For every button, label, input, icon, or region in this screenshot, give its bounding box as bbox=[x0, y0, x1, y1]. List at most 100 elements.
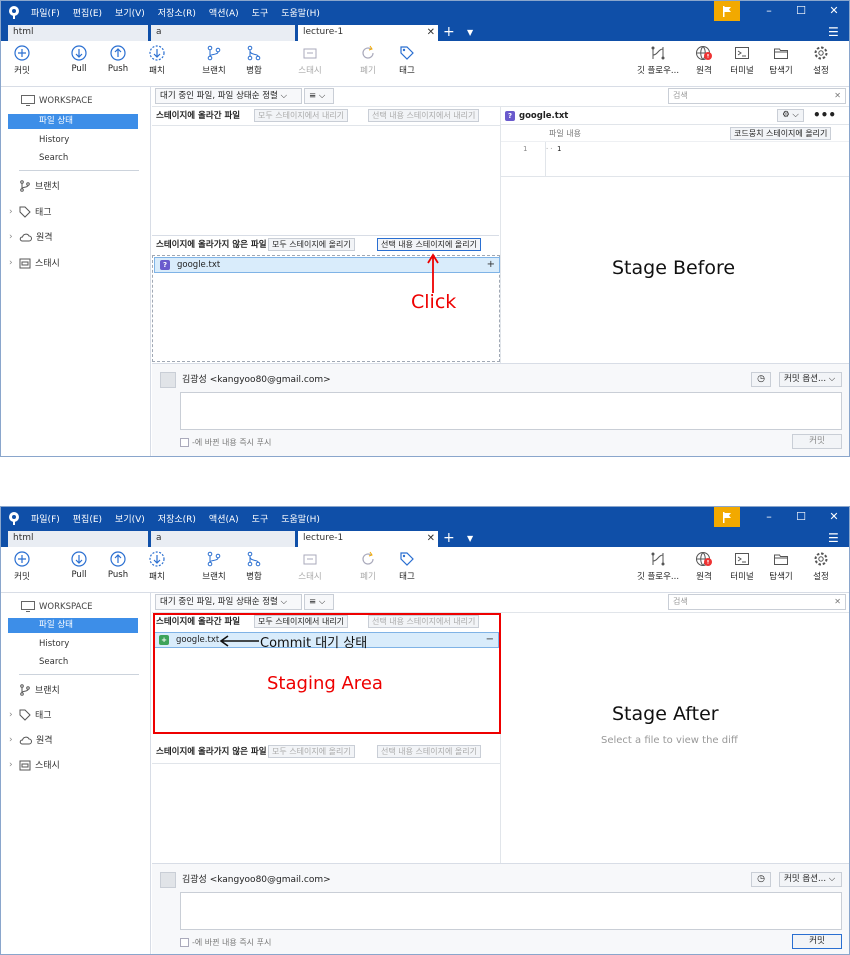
view-mode-dropdown[interactable]: ≡ ⌵ bbox=[304, 594, 334, 610]
minimize-button[interactable]: – bbox=[761, 509, 777, 525]
sidebar-item-file-status[interactable]: 파일 상태 bbox=[8, 618, 138, 633]
push-immediately-checkbox[interactable]: -에 바뀐 내용 즉시 푸시 bbox=[180, 437, 271, 448]
stage-hunk-button[interactable]: 코드뭉치 스테이지에 올리기 bbox=[730, 127, 832, 140]
more-options-icon[interactable]: ••• bbox=[813, 107, 836, 123]
tab-lecture-1[interactable]: lecture-1 ✕ bbox=[298, 25, 439, 41]
add-tab-icon[interactable]: + bbox=[443, 530, 455, 546]
menu-repository[interactable]: 저장소(R) bbox=[158, 512, 196, 525]
push-button[interactable]: Push bbox=[97, 551, 139, 580]
file-row-google-txt[interactable]: ? google.txt + bbox=[154, 257, 500, 273]
add-tab-icon[interactable]: + bbox=[443, 24, 455, 40]
stage-selected-button[interactable]: 선택 내용 스테이지에 올리기 bbox=[377, 238, 481, 251]
menu-file[interactable]: 파일(F) bbox=[31, 512, 60, 525]
commit-history-clock-icon[interactable]: ◷ bbox=[751, 372, 771, 387]
commit-button[interactable]: 커밋 bbox=[1, 45, 43, 76]
sidebar-item-branches[interactable]: 브랜치 bbox=[9, 683, 60, 696]
settings-button[interactable]: 설정 bbox=[800, 45, 842, 76]
maximize-button[interactable]: ☐ bbox=[793, 3, 809, 19]
menu-view[interactable]: 보기(V) bbox=[115, 512, 145, 525]
tab-list-chevron-icon[interactable]: ▼ bbox=[467, 25, 473, 41]
menu-edit[interactable]: 편집(E) bbox=[73, 6, 102, 19]
settings-button[interactable]: 설정 bbox=[800, 551, 842, 582]
fetch-button[interactable]: 패치 bbox=[136, 45, 178, 76]
merge-button[interactable]: 병합 bbox=[233, 551, 275, 582]
git-flow-button[interactable]: 깃 플로우... bbox=[633, 45, 683, 76]
push-immediately-checkbox[interactable]: -에 바뀐 내용 즉시 푸시 bbox=[180, 937, 271, 948]
stage-all-button[interactable]: 모두 스테이지에 올리기 bbox=[268, 745, 355, 758]
remote-button[interactable]: 원격 bbox=[683, 551, 725, 582]
sidebar-item-stashes[interactable]: › 스태시 bbox=[9, 256, 60, 270]
discard-button[interactable]: 폐기 bbox=[347, 551, 389, 582]
discard-button[interactable]: 폐기 bbox=[347, 45, 389, 76]
stash-button[interactable]: 스태시 bbox=[289, 551, 331, 582]
branch-button[interactable]: 브랜치 bbox=[193, 551, 235, 582]
explorer-button[interactable]: 탐색기 bbox=[760, 551, 802, 582]
fetch-button[interactable]: 패치 bbox=[136, 551, 178, 582]
menu-repository[interactable]: 저장소(R) bbox=[158, 6, 196, 19]
tab-html[interactable]: html bbox=[8, 531, 149, 547]
close-button[interactable]: ✕ bbox=[826, 3, 842, 19]
sidebar-item-search[interactable]: Search bbox=[8, 151, 138, 166]
sidebar-item-stashes[interactable]: › 스태시 bbox=[9, 758, 60, 772]
terminal-button[interactable]: 터미널 bbox=[721, 551, 763, 582]
view-mode-dropdown[interactable]: ≡ ⌵ bbox=[304, 88, 334, 104]
sidebar-item-tags[interactable]: › 태그 bbox=[9, 708, 52, 721]
sidebar-item-remotes[interactable]: › 원격 bbox=[9, 230, 53, 244]
stage-all-button[interactable]: 모두 스테이지에 올리기 bbox=[268, 238, 355, 251]
menu-view[interactable]: 보기(V) bbox=[115, 6, 145, 19]
close-button[interactable]: ✕ bbox=[826, 509, 842, 525]
explorer-button[interactable]: 탐색기 bbox=[760, 45, 802, 76]
flag-button[interactable] bbox=[714, 507, 740, 527]
tab-html[interactable]: html bbox=[8, 25, 149, 41]
menu-edit[interactable]: 편집(E) bbox=[73, 512, 102, 525]
search-input[interactable]: 검색 ✕ bbox=[668, 88, 846, 104]
menu-help[interactable]: 도움말(H) bbox=[281, 6, 320, 19]
remote-button[interactable]: 원격 bbox=[683, 45, 725, 76]
maximize-button[interactable]: ☐ bbox=[793, 509, 809, 525]
branch-button[interactable]: 브랜치 bbox=[193, 45, 235, 76]
hamburger-menu-icon[interactable]: ☰ bbox=[828, 531, 839, 545]
sidebar-item-search[interactable]: Search bbox=[8, 655, 138, 670]
commit-message-input[interactable] bbox=[180, 392, 842, 430]
sidebar-item-branches[interactable]: 브랜치 bbox=[9, 179, 60, 192]
tab-list-chevron-icon[interactable]: ▼ bbox=[467, 531, 473, 547]
menu-tools[interactable]: 도구 bbox=[252, 6, 269, 19]
pull-button[interactable]: Pull bbox=[58, 45, 100, 74]
commit-submit-button[interactable]: 커밋 bbox=[792, 434, 842, 449]
stage-selected-button[interactable]: 선택 내용 스테이지에 올리기 bbox=[377, 745, 481, 758]
git-flow-button[interactable]: 깃 플로우... bbox=[633, 551, 683, 582]
tab-close-icon[interactable]: ✕ bbox=[427, 25, 435, 40]
commit-options-dropdown[interactable]: 커밋 옵션... ⌵ bbox=[779, 372, 842, 387]
pull-button[interactable]: Pull bbox=[58, 551, 100, 580]
unstage-selected-button[interactable]: 선택 내용 스테이지에서 내리기 bbox=[368, 109, 480, 122]
tag-button[interactable]: 태그 bbox=[386, 551, 428, 582]
search-input[interactable]: 검색 ✕ bbox=[668, 594, 846, 610]
hamburger-menu-icon[interactable]: ☰ bbox=[828, 25, 839, 39]
terminal-button[interactable]: 터미널 bbox=[721, 45, 763, 76]
tab-a[interactable]: a bbox=[151, 531, 296, 547]
sidebar-item-remotes[interactable]: › 원격 bbox=[9, 733, 53, 747]
commit-history-clock-icon[interactable]: ◷ bbox=[751, 872, 771, 887]
menu-file[interactable]: 파일(F) bbox=[31, 6, 60, 19]
commit-message-input[interactable] bbox=[180, 892, 842, 930]
commit-options-dropdown[interactable]: 커밋 옵션... ⌵ bbox=[779, 872, 842, 887]
sidebar-item-file-status[interactable]: 파일 상태 bbox=[8, 114, 138, 129]
menu-help[interactable]: 도움말(H) bbox=[281, 512, 320, 525]
stage-plus-icon[interactable]: + bbox=[487, 258, 495, 272]
minimize-button[interactable]: – bbox=[761, 3, 777, 19]
sidebar-item-history[interactable]: History bbox=[8, 637, 138, 652]
sidebar-item-history[interactable]: History bbox=[8, 133, 138, 148]
flag-button[interactable] bbox=[714, 1, 740, 21]
pending-files-dropdown[interactable]: 대기 중인 파일, 파일 상태순 정렬 ⌵ bbox=[155, 88, 302, 104]
commit-submit-button[interactable]: 커밋 bbox=[792, 934, 842, 949]
tab-close-icon[interactable]: ✕ bbox=[427, 531, 435, 546]
menu-actions[interactable]: 액션(A) bbox=[209, 512, 239, 525]
tab-lecture-1[interactable]: lecture-1 ✕ bbox=[298, 531, 439, 547]
stash-button[interactable]: 스태시 bbox=[289, 45, 331, 76]
commit-button[interactable]: 커밋 bbox=[1, 551, 43, 582]
merge-button[interactable]: 병합 bbox=[233, 45, 275, 76]
unstage-all-button[interactable]: 모두 스테이지에서 내리기 bbox=[254, 109, 349, 122]
push-button[interactable]: Push bbox=[97, 45, 139, 74]
pending-files-dropdown[interactable]: 대기 중인 파일, 파일 상태순 정렬 ⌵ bbox=[155, 594, 302, 610]
menu-tools[interactable]: 도구 bbox=[252, 512, 269, 525]
